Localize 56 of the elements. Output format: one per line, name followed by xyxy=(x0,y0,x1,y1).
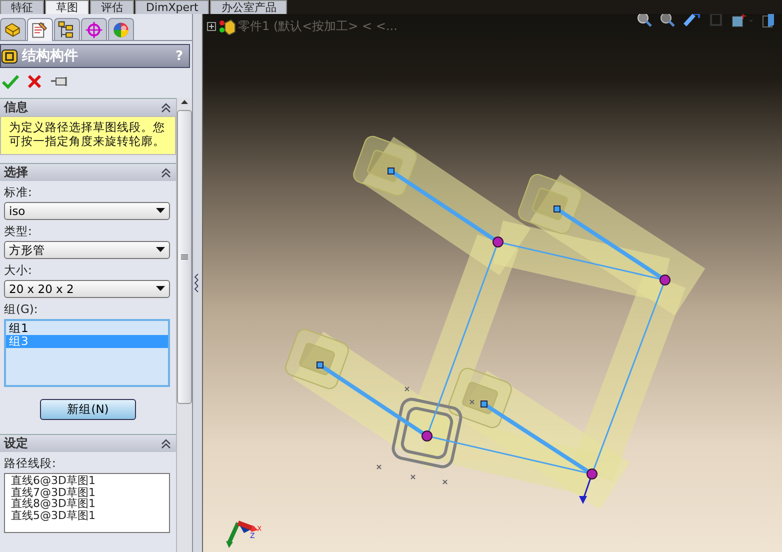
zoom-fit-icon xyxy=(637,14,652,27)
list-item[interactable]: 直线8@3D草图1 xyxy=(11,498,169,510)
dropdown[interactable]: iso xyxy=(4,202,170,220)
list-item[interactable]: 组1 xyxy=(6,322,168,335)
collapse-icon xyxy=(160,102,172,114)
beam-icon xyxy=(1,47,18,65)
display-style-icon xyxy=(762,14,776,28)
field-label: 路径线段: xyxy=(3,455,57,472)
splitter-handle-icon xyxy=(193,273,200,293)
field-label: 大小: xyxy=(3,262,33,279)
dropdown[interactable]: 20 x 20 x 2 xyxy=(4,280,170,298)
collapse-icon xyxy=(160,166,172,178)
view-orientation-icon xyxy=(731,14,754,28)
list-item[interactable]: 直线6@3D草图1 xyxy=(11,475,169,486)
section-header[interactable]: 选择 xyxy=(0,164,176,181)
dropdown[interactable]: 方形管 xyxy=(4,241,170,259)
caret-icon xyxy=(156,286,165,292)
section-title: 信息 xyxy=(4,99,28,116)
message-text: 为定义路径选择草图线段。您可按一指定角度来旋转轮廓。 xyxy=(0,116,176,155)
section-title: 设定 xyxy=(4,435,28,452)
field-label: 组(G): xyxy=(3,301,39,318)
part-icon xyxy=(218,18,236,34)
list-item[interactable]: 直线5@3D草图1 xyxy=(11,510,169,521)
field-label: 类型: xyxy=(3,223,33,240)
dimxpert-tab-icon xyxy=(84,20,104,40)
list-item[interactable]: 直线7@3D草图1 xyxy=(11,486,169,498)
expand-icon xyxy=(207,22,216,30)
previous-view-icon xyxy=(683,14,700,27)
checkmark-icon xyxy=(2,74,19,88)
zoom-area-icon xyxy=(660,14,675,27)
command-tab[interactable]: DimXpert xyxy=(135,0,210,14)
close-icon xyxy=(27,74,42,88)
manager-tab[interactable] xyxy=(27,18,53,41)
scrollbar[interactable] xyxy=(176,98,192,552)
grip-icon xyxy=(181,254,188,260)
caret-icon xyxy=(156,208,165,214)
section-title: 选择 xyxy=(4,164,28,181)
scroll-up-icon xyxy=(180,98,189,106)
property-tab-icon xyxy=(30,20,50,40)
expand-toggle[interactable] xyxy=(207,20,216,34)
command-tab[interactable]: 草图 xyxy=(45,0,89,14)
section-view-icon xyxy=(708,14,723,27)
manager-tab[interactable] xyxy=(108,18,134,40)
display-tab-icon xyxy=(111,20,131,40)
command-tab[interactable]: 办公室产品 xyxy=(210,0,288,14)
panel-title: 结构构件 xyxy=(22,47,78,65)
field-label: 标准: xyxy=(3,184,33,201)
command-tab[interactable]: 特征 xyxy=(0,0,44,14)
caret-icon xyxy=(156,247,165,253)
manager-tab[interactable] xyxy=(0,18,26,40)
manager-tab[interactable] xyxy=(54,18,80,40)
section-header[interactable]: 设定 xyxy=(0,435,176,452)
command-tab[interactable]: 评估 xyxy=(90,0,134,14)
new-group-button[interactable]: 新组(N) xyxy=(40,399,136,420)
section-header[interactable]: 信息 xyxy=(0,99,176,116)
collapse-icon xyxy=(160,438,172,450)
